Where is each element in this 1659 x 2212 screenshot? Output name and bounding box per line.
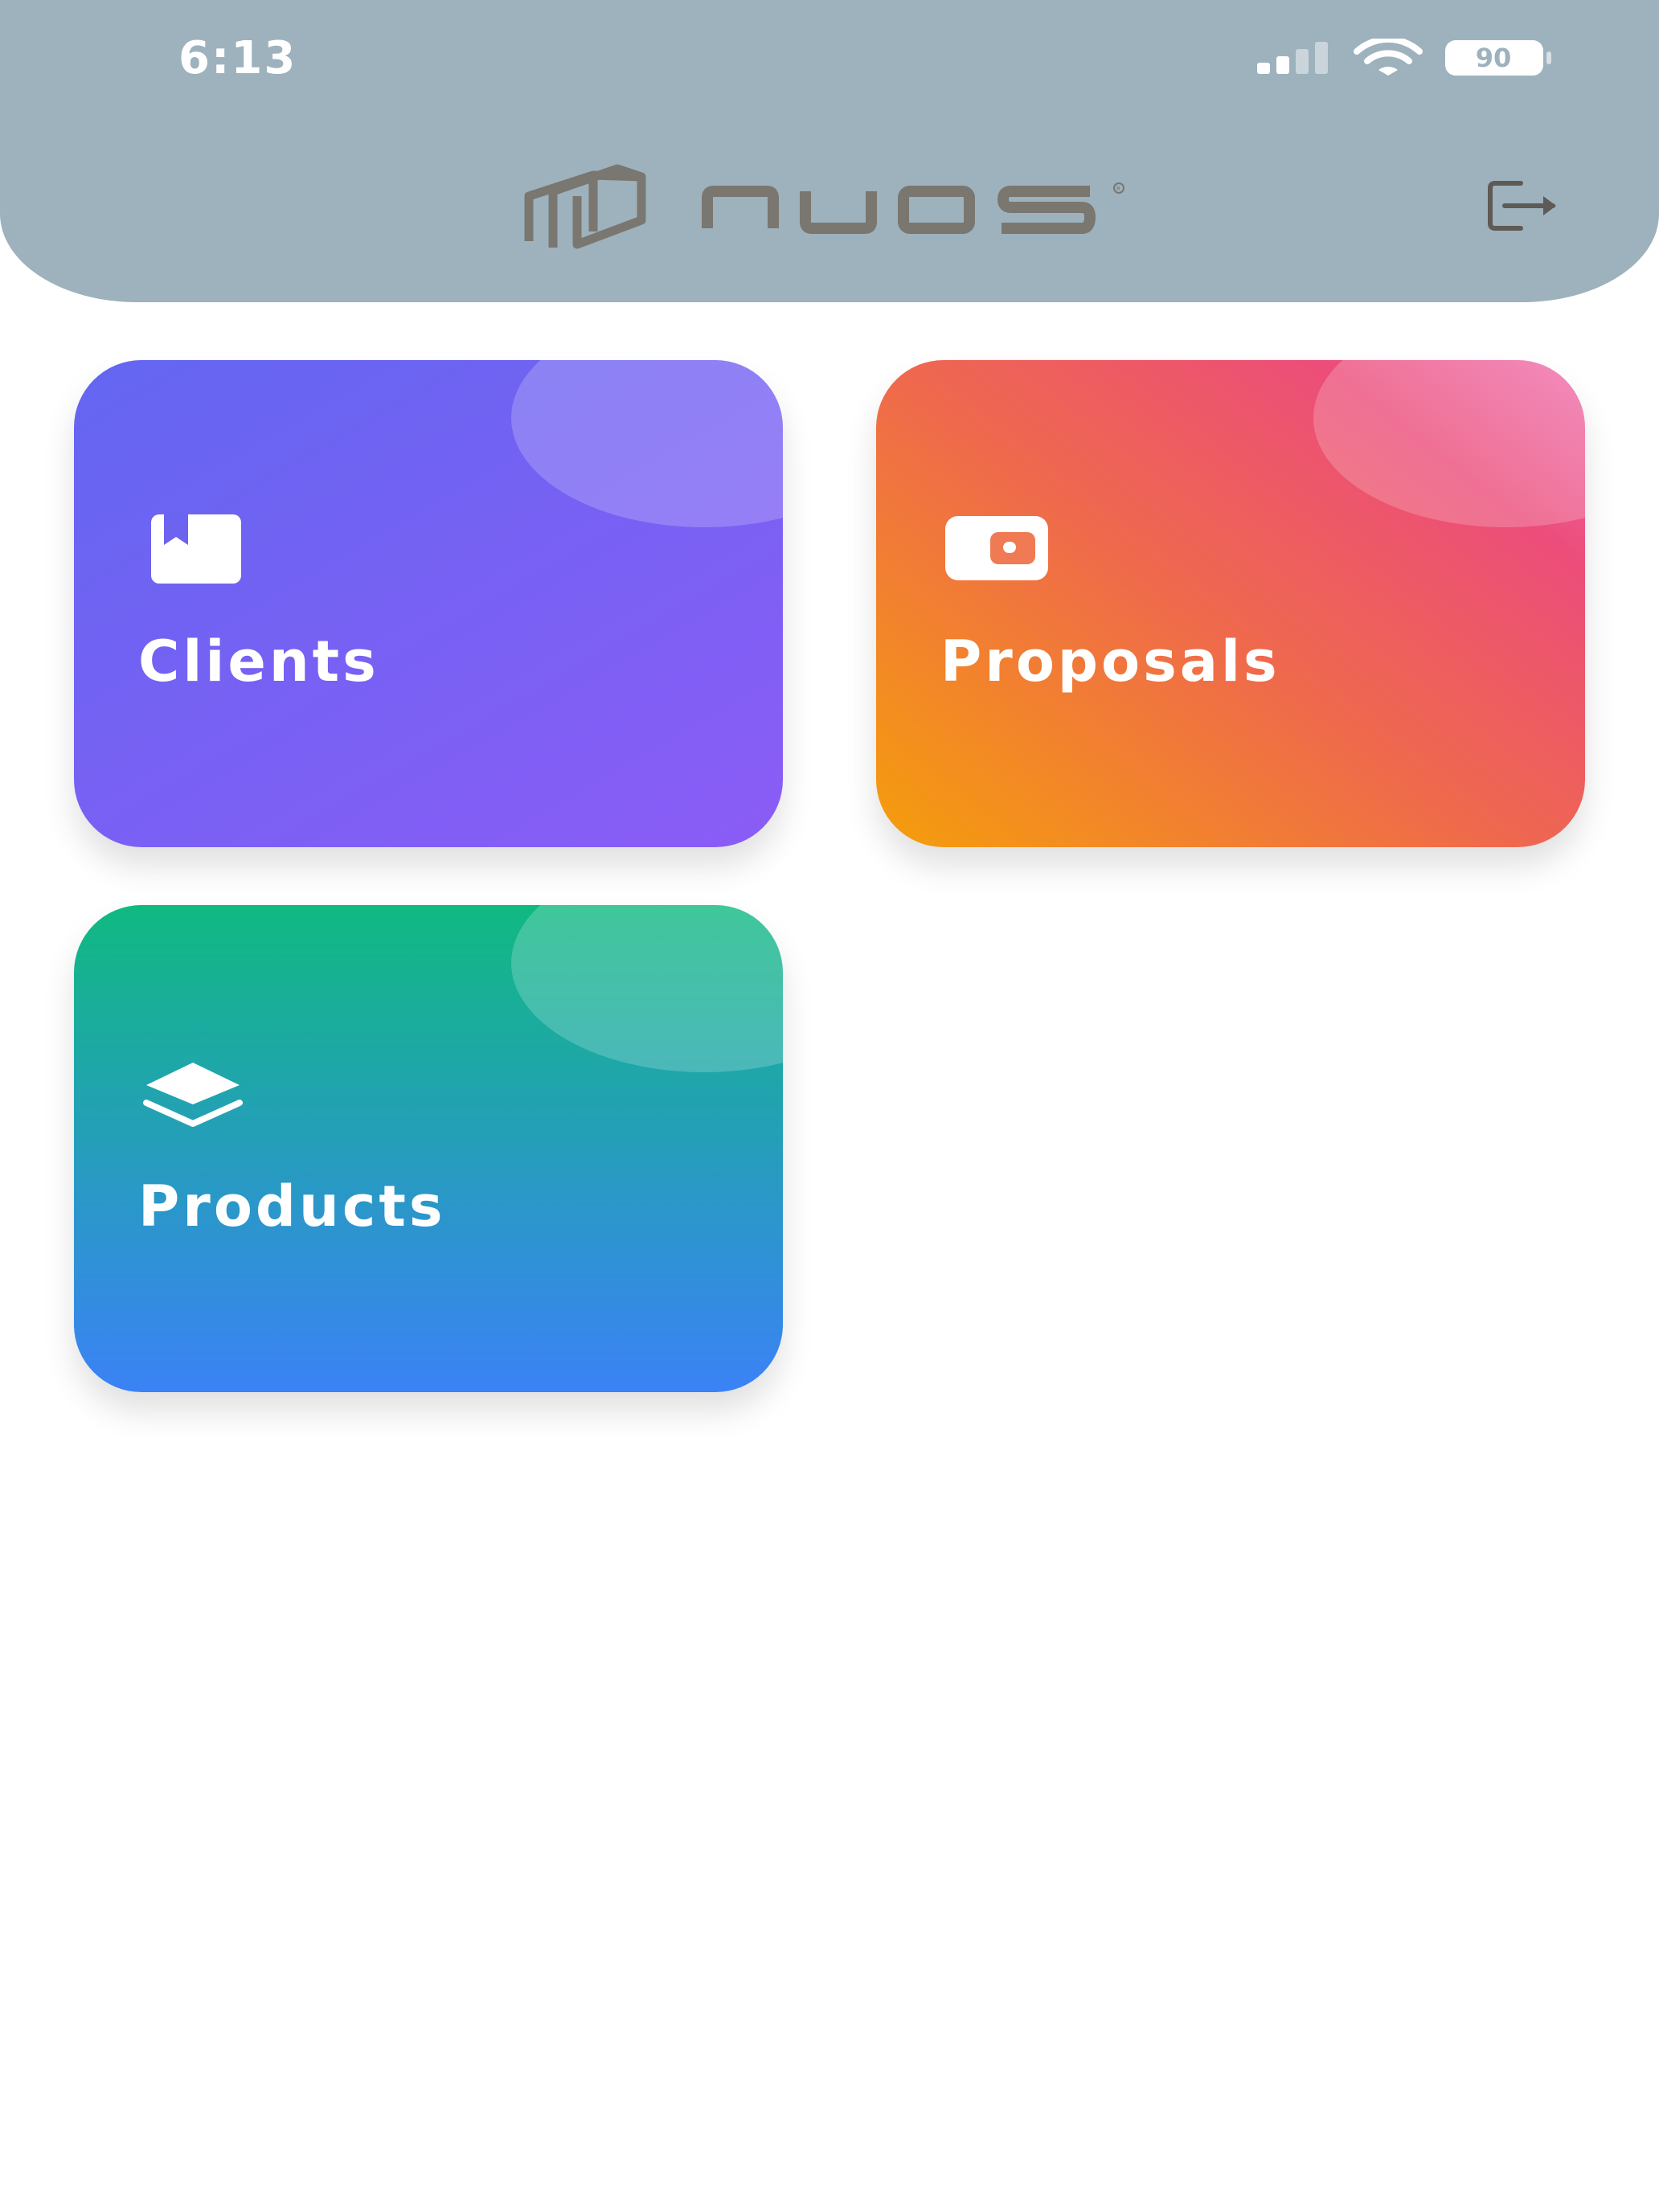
home-screen: 6:13 90 R Clients Proposals Products [0, 0, 1659, 2212]
nuos-logo: R [524, 164, 1124, 249]
decorative-bubble [511, 905, 783, 1072]
layers-icon [143, 1063, 243, 1127]
clients-tile[interactable]: Clients [74, 360, 783, 847]
decorative-bubble [511, 360, 783, 527]
app-header: 6:13 90 R [0, 0, 1659, 302]
svg-text:R: R [1116, 186, 1120, 192]
logout-button[interactable] [1485, 178, 1566, 233]
products-tile[interactable]: Products [74, 905, 783, 1392]
bookmark-card-icon [151, 514, 241, 584]
wallet-icon [945, 516, 1048, 580]
proposals-label: Proposals [940, 629, 1280, 694]
decorative-bubble [1313, 360, 1585, 527]
battery-level: 90 [1475, 43, 1512, 73]
wifi-icon [1354, 39, 1423, 76]
clients-label: Clients [138, 629, 379, 694]
status-time: 6:13 [178, 32, 297, 84]
signal-icon [1257, 42, 1328, 74]
proposals-tile[interactable]: Proposals [876, 360, 1585, 847]
products-label: Products [138, 1174, 446, 1239]
